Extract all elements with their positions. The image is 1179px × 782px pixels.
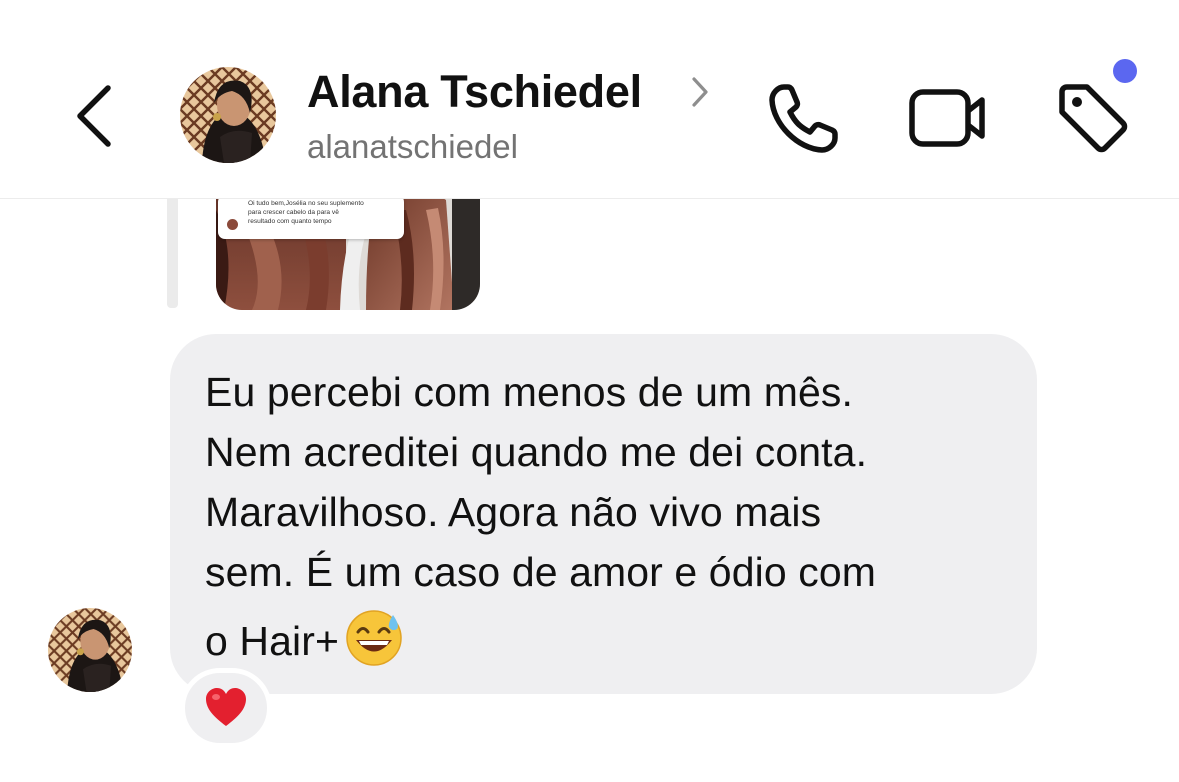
contact-avatar[interactable] <box>180 67 276 163</box>
shared-image-caption-card: Oi tudo bem,Josélia no seu suplemento pa… <box>218 195 404 239</box>
grinning-face-with-sweat-icon <box>346 610 402 666</box>
chevron-right-icon[interactable] <box>690 74 712 110</box>
phone-icon <box>769 84 838 153</box>
shared-image-caption: Oi tudo bem,Josélia no seu suplemento pa… <box>248 199 398 226</box>
video-call-button[interactable] <box>905 78 991 158</box>
message-line-last: o Hair+ <box>205 609 403 667</box>
chat-header: Alana Tschiedel alanatschiedel <box>0 0 1179 199</box>
message-line: Nem acreditei quando me dei conta. <box>205 429 868 475</box>
contact-name[interactable]: Alana Tschiedel <box>307 66 642 118</box>
message-line: Maravilhoso. Agora não vivo mais <box>205 489 822 535</box>
chat-screen: Alana Tschiedel alanatschiedel Oi tudo b… <box>0 0 1179 782</box>
message-line-text: o Hair+ <box>205 618 340 664</box>
caption-avatar <box>227 219 238 230</box>
message-line: sem. É um caso de amor e ódio com <box>205 549 876 595</box>
sender-avatar[interactable] <box>48 608 132 692</box>
audio-call-button[interactable] <box>764 78 844 158</box>
tag-button[interactable] <box>1050 76 1136 160</box>
red-heart-icon <box>206 688 246 726</box>
caption-line: Oi tudo bem,Josélia no seu suplemento <box>248 200 364 207</box>
caption-line: resultado com quanto tempo <box>248 218 332 225</box>
contact-handle: alanatschiedel <box>307 128 518 165</box>
back-button[interactable] <box>62 76 132 156</box>
chevron-left-icon <box>77 85 111 147</box>
video-camera-icon <box>909 89 985 147</box>
reaction-badge[interactable] <box>180 668 272 748</box>
tag-icon <box>1059 84 1128 153</box>
message-line: Eu percebi com menos de um mês. <box>205 369 853 415</box>
caption-line: para crescer cabelo da para vê <box>248 209 339 216</box>
reply-indicator-line <box>167 190 178 308</box>
notification-dot <box>1113 59 1137 83</box>
